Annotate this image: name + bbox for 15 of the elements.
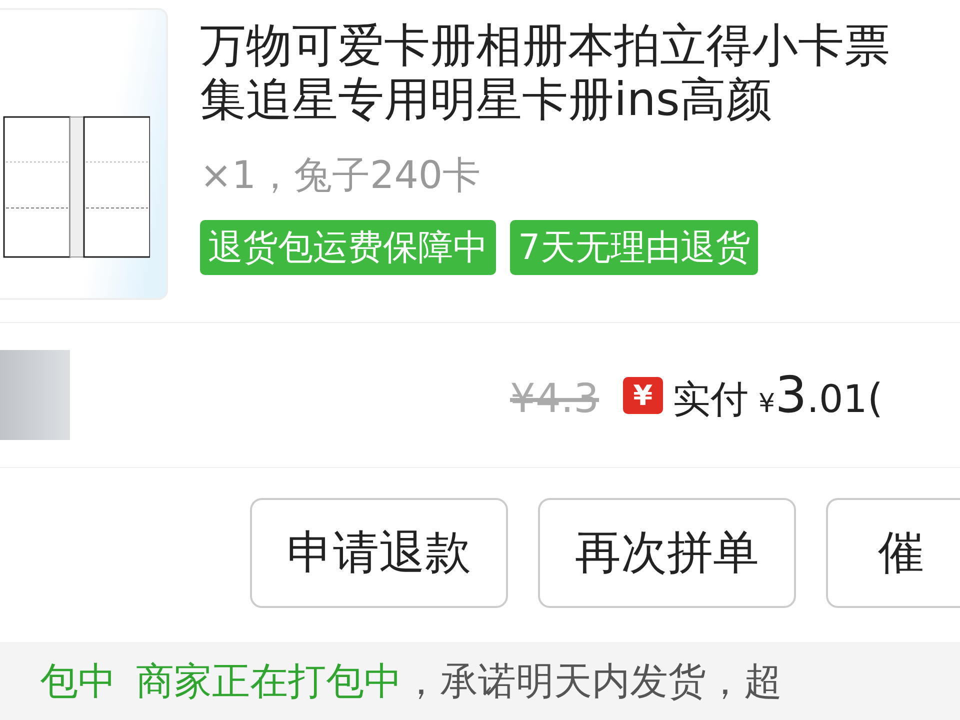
- service-tag: 退货包运费保障中: [200, 220, 496, 275]
- status-label: 包中: [40, 658, 116, 704]
- product-spec: ×1，兔子240卡: [200, 152, 482, 199]
- status-detail: ，承诺明天内发货，超: [402, 658, 782, 704]
- status-message: 商家正在打包中: [136, 658, 402, 704]
- service-tag: 7天无理由退货: [510, 220, 758, 275]
- paid-amount: ¥3.01(: [758, 366, 883, 424]
- product-title: 集追星专用明星卡册ins高颜: [200, 72, 773, 126]
- order-action-button[interactable]: 再次拼单: [538, 498, 796, 608]
- paid-label: 实付: [672, 376, 749, 422]
- original-price: ¥4.3: [510, 376, 600, 422]
- order-action-button[interactable]: 申请退款: [250, 498, 508, 608]
- product-title: 万物可爱卡册相册本拍立得小卡票: [200, 18, 890, 72]
- coupon-icon: ¥: [623, 376, 663, 414]
- order-action-button[interactable]: 催: [826, 498, 960, 608]
